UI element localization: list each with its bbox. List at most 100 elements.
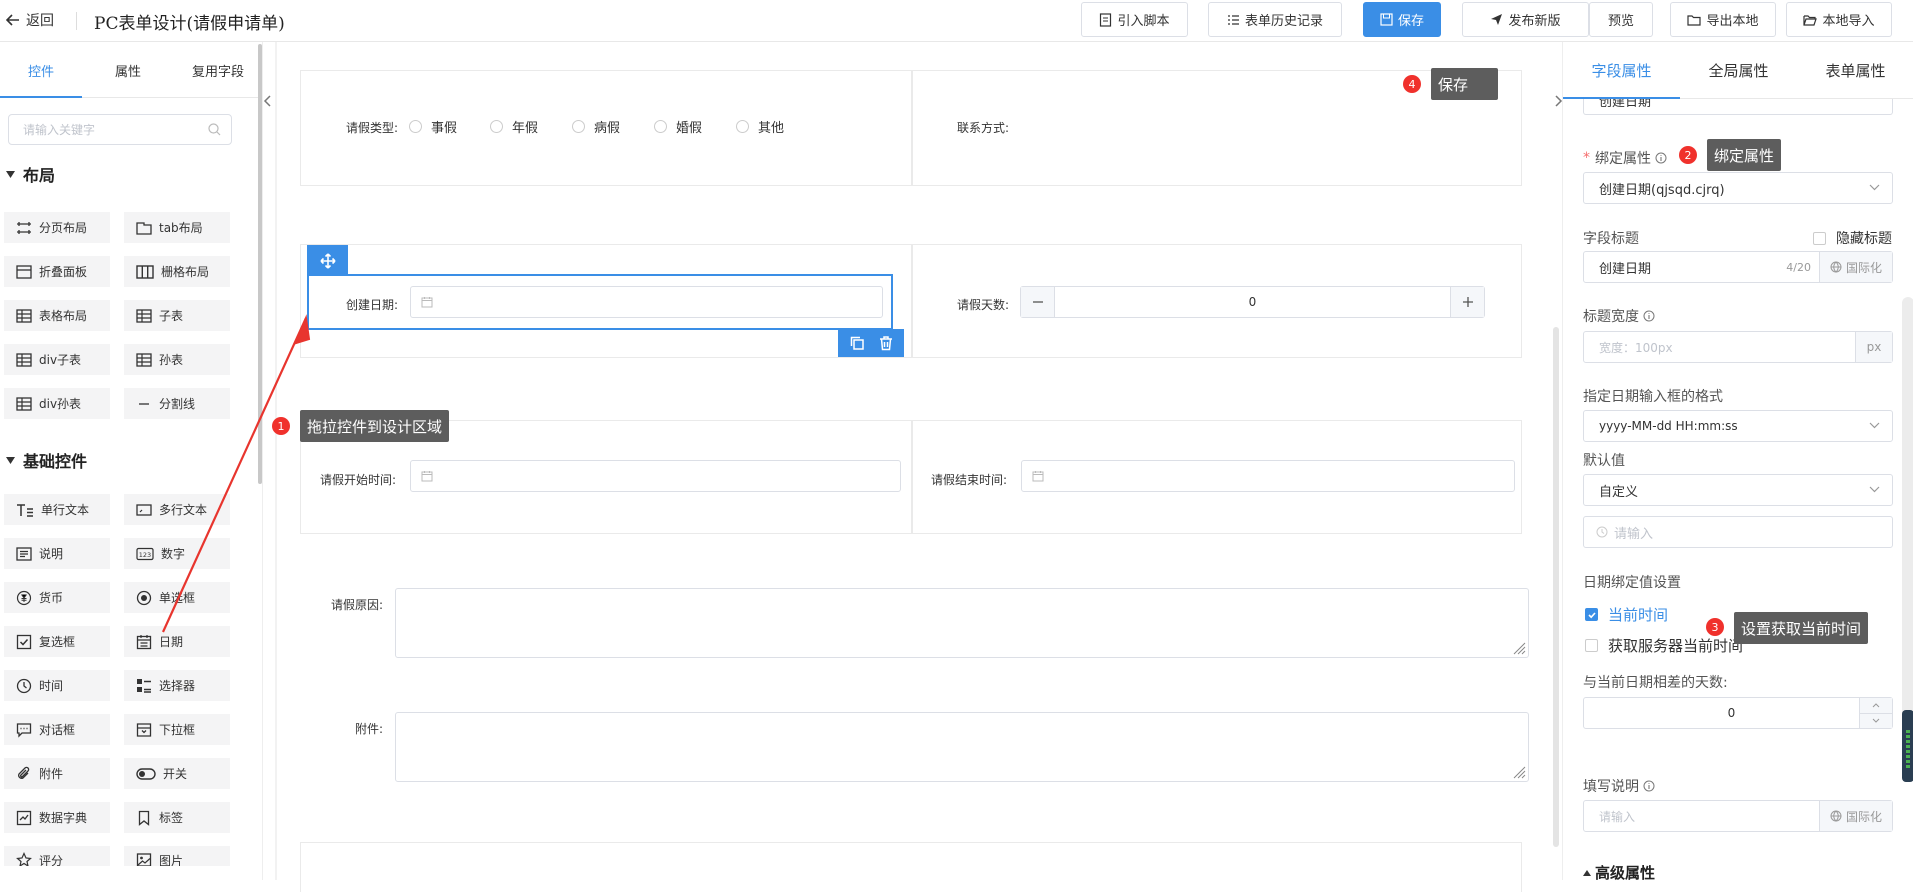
default-value-select[interactable]: 自定义: [1583, 474, 1893, 506]
tab-reuse-fields[interactable]: 复用字段: [178, 42, 258, 98]
spin-down-button[interactable]: [1860, 713, 1892, 728]
widget-search-input[interactable]: [8, 114, 232, 145]
default-value-input[interactable]: 请输入: [1583, 516, 1893, 548]
tab-global-properties[interactable]: 全局属性: [1680, 42, 1797, 98]
preview-button[interactable]: 预览: [1589, 2, 1653, 37]
export-local-button[interactable]: 导出本地: [1670, 2, 1776, 37]
spin-up-button[interactable]: [1860, 698, 1892, 714]
widget-page-layout[interactable]: 分页布局: [4, 212, 110, 243]
leave-days-value[interactable]: 0: [1055, 287, 1450, 317]
widget-dropdown[interactable]: 下拉框: [124, 714, 230, 745]
canvas-scrollbar[interactable]: [1553, 327, 1559, 847]
basic-section-header[interactable]: 基础控件: [6, 448, 87, 472]
hide-title-checkbox[interactable]: 隐藏标题: [1813, 228, 1892, 248]
widget-time[interactable]: 时间: [4, 670, 110, 701]
collapse-left-icon[interactable]: [263, 94, 273, 108]
i18n-button[interactable]: 国际化: [1819, 252, 1892, 282]
tab-form-properties[interactable]: 表单属性: [1797, 42, 1913, 98]
radio-option-personal[interactable]: 事假: [409, 117, 457, 136]
minus-icon: [1032, 301, 1043, 303]
delete-icon[interactable]: [878, 335, 894, 351]
widget-selector[interactable]: 选择器: [124, 670, 230, 701]
decrement-button[interactable]: [1021, 287, 1055, 317]
widget-divider[interactable]: 分割线: [124, 388, 230, 419]
bind-attribute-select[interactable]: 创建日期(qjsqd.cjrq): [1583, 172, 1893, 204]
history-button[interactable]: 表单历史记录: [1208, 2, 1342, 37]
radio-option-marriage[interactable]: 婚假: [654, 117, 702, 136]
server-time-checkbox[interactable]: 获取服务器当前时间: [1585, 635, 1743, 656]
i18n-button[interactable]: 国际化: [1819, 801, 1892, 831]
layout-section-header[interactable]: 布局: [6, 162, 55, 186]
grid-layout-icon: [136, 264, 154, 279]
widget-number[interactable]: 123 数字: [124, 538, 230, 569]
field-title-input[interactable]: 创建日期 4/20 国际化: [1583, 251, 1893, 283]
widget-attachment[interactable]: 附件: [4, 758, 110, 789]
start-time-label: 请假开始时间:: [320, 473, 397, 487]
info-icon[interactable]: [1655, 152, 1667, 164]
import-local-label: 本地导入: [1822, 14, 1875, 29]
tab-properties[interactable]: 属性: [88, 42, 168, 98]
import-local-button[interactable]: 本地导入: [1786, 2, 1892, 37]
publish-button[interactable]: 发布新版: [1462, 2, 1589, 37]
design-canvas[interactable]: 请假类型: 事假 年假 病假 婚假 其他 联系方式: 创建日期: 请假天数: 0…: [262, 42, 1563, 892]
widget-label: 数据字典: [39, 811, 88, 825]
fill-desc-input[interactable]: 请输入 国际化: [1583, 800, 1893, 832]
drag-handle[interactable]: [307, 245, 348, 276]
import-script-button[interactable]: 引入脚本: [1081, 2, 1188, 37]
end-time-input[interactable]: [1021, 460, 1515, 492]
attachment-area[interactable]: [395, 712, 1529, 782]
tab-field-properties[interactable]: 字段属性: [1563, 42, 1680, 98]
widget-description[interactable]: 说明: [4, 538, 110, 569]
field-type-select-partial[interactable]: 创建日期: [1583, 99, 1893, 115]
create-date-input[interactable]: [410, 286, 883, 318]
widget-div-subtable[interactable]: div子表: [4, 344, 110, 375]
widget-date[interactable]: 日期: [124, 626, 230, 657]
back-button[interactable]: 返回: [6, 10, 54, 30]
widget-rating[interactable]: 评分: [4, 846, 110, 866]
current-time-checkbox[interactable]: 当前时间: [1585, 604, 1668, 625]
widget-subtable[interactable]: 子表: [124, 300, 230, 331]
date-format-select[interactable]: yyyy-MM-dd HH:mm:ss: [1583, 410, 1893, 442]
checkbox-icon: [16, 634, 32, 649]
diff-days-spinner[interactable]: [1859, 698, 1892, 728]
default-value-label: 默认值: [1583, 453, 1625, 469]
widget-checkbox[interactable]: 复选框: [4, 626, 110, 657]
widget-data-dictionary[interactable]: 数据字典: [4, 802, 110, 833]
widget-image[interactable]: 图片: [124, 846, 230, 866]
widget-table-layout[interactable]: 表格布局: [4, 300, 110, 331]
save-label: 保存: [1397, 14, 1424, 29]
copy-icon[interactable]: [849, 335, 865, 351]
increment-button[interactable]: [1450, 287, 1484, 317]
right-scrollbar[interactable]: [1902, 297, 1913, 737]
radio-option-annual[interactable]: 年假: [490, 117, 538, 136]
title-width-input[interactable]: 宽度：100px px: [1583, 331, 1893, 363]
widget-collapse-panel[interactable]: 折叠面板: [4, 256, 110, 287]
reason-textarea[interactable]: [395, 588, 1529, 658]
radio-option-other[interactable]: 其他: [736, 117, 784, 136]
caret-down-icon: [6, 456, 15, 464]
leave-days-stepper[interactable]: 0: [1020, 286, 1485, 318]
widget-currency[interactable]: 货币: [4, 582, 110, 613]
widget-grid-layout[interactable]: 栅格布局: [124, 256, 230, 287]
calendar-icon: [421, 471, 433, 482]
widget-switch[interactable]: 开关: [124, 758, 230, 789]
chevron-down-icon: [1869, 486, 1880, 493]
widget-single-text[interactable]: 单行文本: [4, 494, 110, 525]
widget-dialog[interactable]: 对话框: [4, 714, 110, 745]
info-icon[interactable]: [1643, 310, 1655, 322]
widget-div-grandchild-table[interactable]: div孙表: [4, 388, 110, 419]
widget-multi-text[interactable]: 多行文本: [124, 494, 230, 525]
radio-option-sick[interactable]: 病假: [572, 117, 620, 136]
search-icon[interactable]: [208, 123, 221, 136]
widget-radio[interactable]: 单选框: [124, 582, 230, 613]
widget-tab-layout[interactable]: tab布局: [124, 212, 230, 243]
tab-widgets[interactable]: 控件: [0, 42, 82, 98]
diff-days-input[interactable]: 0: [1583, 697, 1893, 729]
save-button[interactable]: 保存: [1363, 2, 1441, 37]
info-icon[interactable]: [1643, 780, 1655, 792]
side-widget[interactable]: [1902, 710, 1913, 782]
start-time-input[interactable]: [410, 460, 901, 492]
next-row-cell[interactable]: [300, 842, 1522, 892]
widget-tag[interactable]: 标签: [124, 802, 230, 833]
widget-grandchild-table[interactable]: 孙表: [124, 344, 230, 375]
